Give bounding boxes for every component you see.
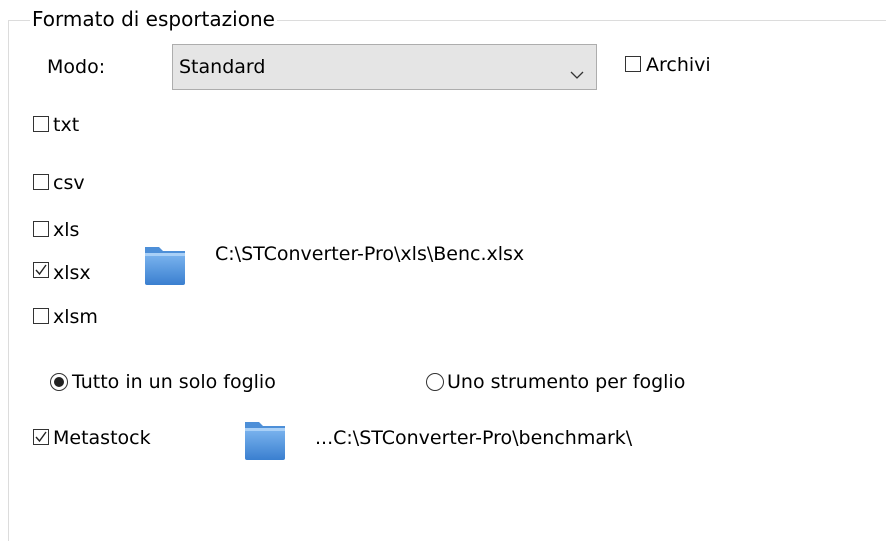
radio-tutto-in-un-foglio[interactable] (50, 373, 68, 391)
metastock-path: ...C:\STConverter-Pro\benchmark\ (315, 427, 633, 449)
metastock-label: Metastock (53, 427, 151, 449)
txt-label: txt (53, 114, 80, 136)
excel-path: C:\STConverter-Pro\xls\Benc.xlsx (215, 243, 525, 265)
xlsx-label: xlsx (53, 262, 91, 284)
csv-label: csv (53, 172, 85, 194)
folder-icon[interactable] (143, 243, 187, 292)
txt-checkbox[interactable] (33, 116, 49, 132)
mode-label: Modo: (47, 56, 106, 78)
folder-icon[interactable] (243, 418, 287, 467)
mode-dropdown[interactable]: Standard (172, 44, 597, 90)
radio-tutto-label: Tutto in un solo foglio (72, 371, 276, 393)
radio-uno-label: Uno strumento per foglio (447, 371, 686, 393)
metastock-checkbox[interactable] (33, 429, 49, 445)
archivi-label: Archivi (646, 54, 711, 76)
groupbox-title: Formato di esportazione (30, 6, 277, 32)
xlsm-label: xlsm (53, 306, 98, 328)
xlsm-checkbox[interactable] (33, 308, 49, 324)
check-icon (35, 431, 47, 443)
csv-checkbox[interactable] (33, 174, 49, 190)
export-format-groupbox (8, 20, 886, 541)
xlsx-checkbox[interactable] (33, 262, 49, 278)
radio-uno-per-foglio[interactable] (426, 373, 444, 391)
xls-label: xls (53, 219, 80, 241)
chevron-down-icon (570, 63, 584, 85)
archivi-checkbox[interactable] (625, 56, 641, 72)
check-icon (35, 264, 47, 276)
mode-dropdown-value: Standard (179, 56, 266, 78)
xls-checkbox[interactable] (33, 221, 49, 237)
